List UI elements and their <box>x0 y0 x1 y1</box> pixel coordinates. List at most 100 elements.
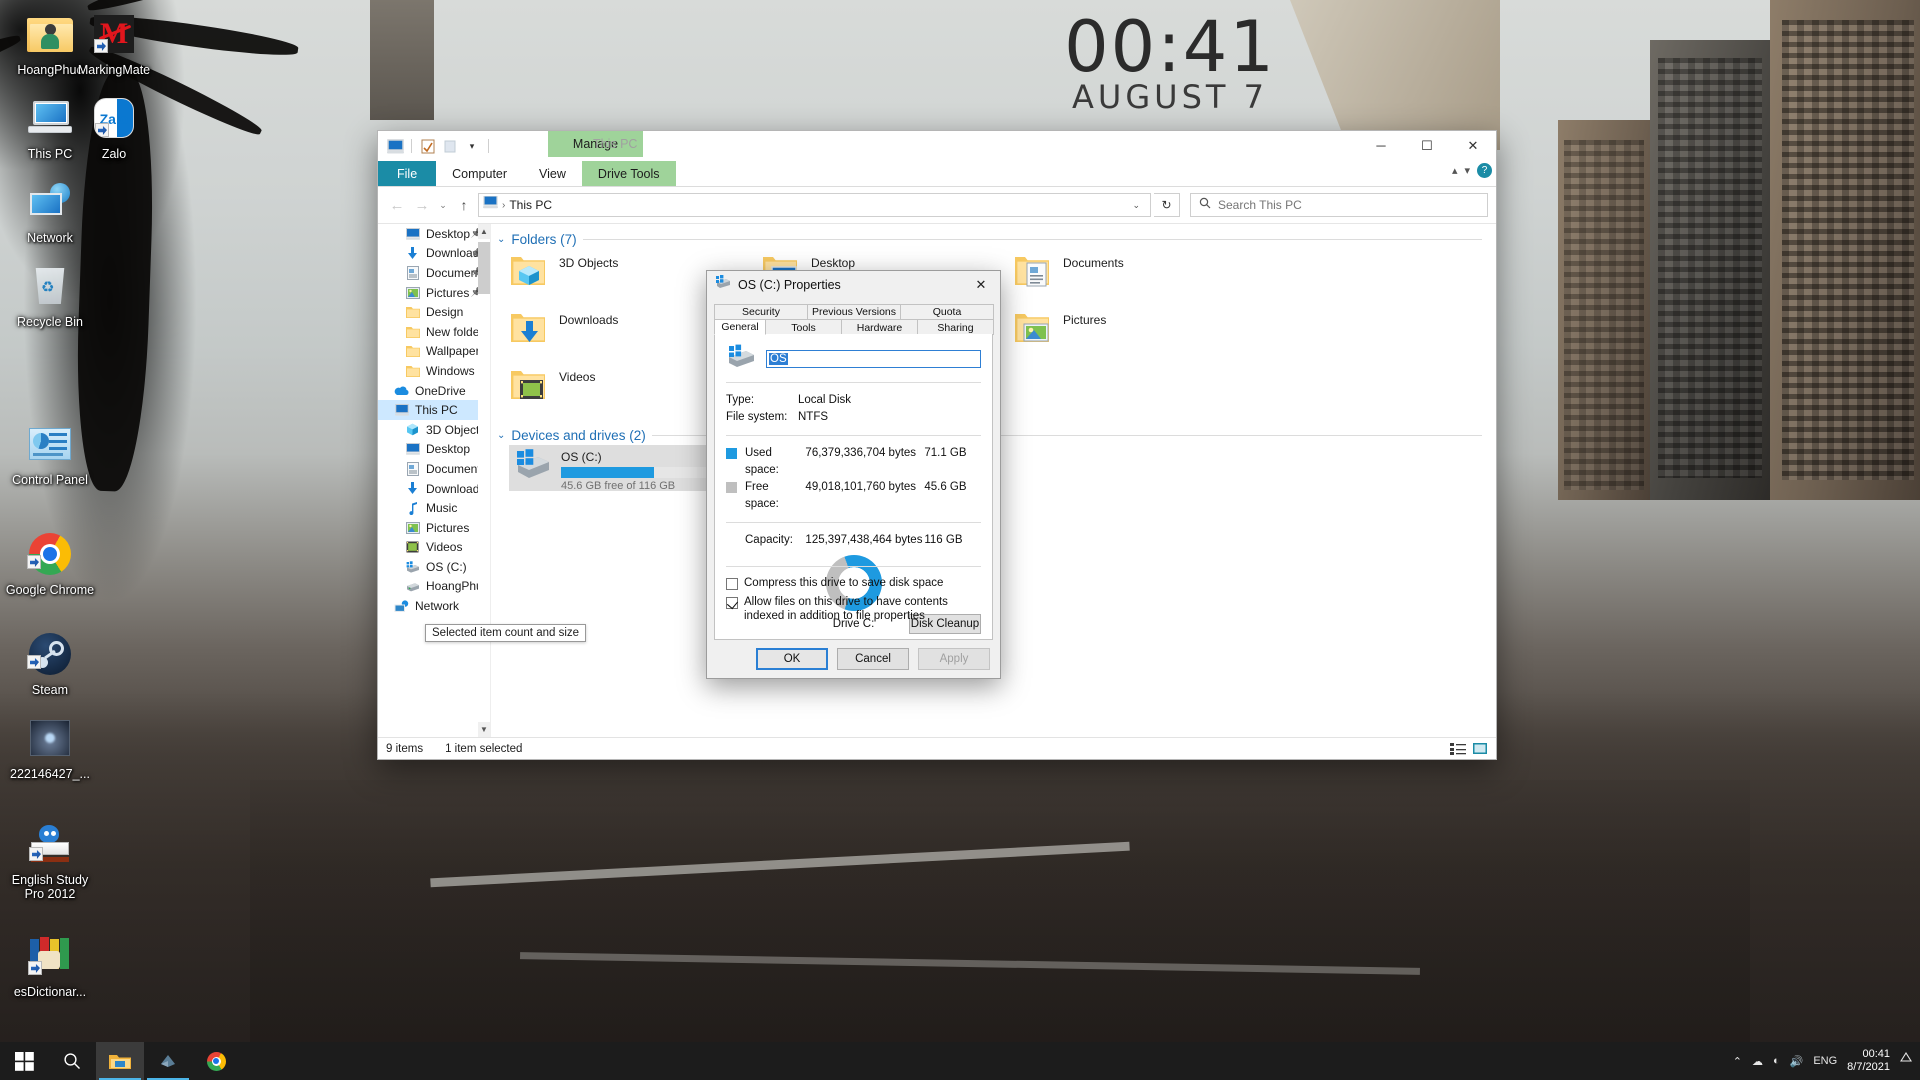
sidebar-item-documents[interactable]: Documents <box>378 459 490 479</box>
volume-label-value[interactable]: OS <box>769 353 788 365</box>
chevron-down-icon[interactable]: ▾ <box>1464 164 1470 177</box>
checkbox-box[interactable] <box>726 578 738 590</box>
ribbon-tab-drive-tools[interactable]: Drive Tools <box>582 161 676 186</box>
sidebar-item-videos[interactable]: Videos <box>378 538 490 558</box>
dialog-tab-quota[interactable]: Quota <box>900 304 994 319</box>
ok-button[interactable]: OK <box>756 648 828 670</box>
dialog-tab-security[interactable]: Security <box>714 304 808 319</box>
details-view-button[interactable] <box>1449 740 1466 757</box>
notifications-icon[interactable] <box>1900 1051 1912 1071</box>
sidebar-item-pictures[interactable]: Pictures <box>378 518 490 538</box>
desktop-icon-english-study-pro[interactable]: English Study Pro 2012 <box>2 818 98 901</box>
sidebar-item-desktop[interactable]: Desktop📌 <box>378 224 490 244</box>
sidebar-item-this-pc[interactable]: This PC <box>378 400 490 420</box>
chevron-down-icon[interactable]: ⌄ <box>497 234 505 245</box>
this-pc-small-icon[interactable] <box>384 135 406 157</box>
volume-tray-icon[interactable]: 🔊 <box>1790 1055 1804 1068</box>
sidebar-item-pictures[interactable]: Pictures📌 <box>378 283 490 303</box>
group-header-folders[interactable]: ⌄ Folders (7) <box>491 224 1496 249</box>
large-icons-view-button[interactable] <box>1471 740 1488 757</box>
customize-toolbar-icon[interactable] <box>439 135 461 157</box>
desktop-icon-image-thumbnail[interactable]: 222146427_... <box>2 712 98 781</box>
desktop-icon-recycle-bin[interactable]: ♻ Recycle Bin <box>2 260 98 329</box>
chrome-icon[interactable] <box>192 1042 240 1080</box>
file-explorer-icon[interactable] <box>96 1042 144 1080</box>
sidebar-item-hoangphuc-d[interactable]: HoangPhuc (D:) <box>378 577 490 597</box>
sidebar-item-network[interactable]: Network <box>378 596 490 616</box>
properties-icon[interactable] <box>417 135 439 157</box>
refresh-button[interactable]: ↻ <box>1154 193 1180 217</box>
desktop-icon-markingmate[interactable]: M MarkingMate <box>66 8 162 77</box>
ribbon-tab-file[interactable]: File <box>378 161 436 186</box>
search-box[interactable]: Search This PC <box>1190 193 1488 217</box>
desktop-icon-label: Control Panel <box>2 473 98 487</box>
close-button[interactable]: ✕ <box>1450 131 1496 160</box>
taskbar-clock[interactable]: 00:41 8/7/2021 <box>1847 1048 1890 1074</box>
scroll-up-arrow-icon[interactable]: ▲ <box>478 224 490 239</box>
folder-tile[interactable]: Documents <box>1013 249 1265 306</box>
dialog-tab-previous-versions[interactable]: Previous Versions <box>807 304 901 319</box>
forward-button[interactable]: → <box>411 194 433 216</box>
os-drive-icon <box>513 448 553 488</box>
checkbox-index-contents[interactable]: Allow files on this drive to have conten… <box>726 596 981 623</box>
scrollbar-thumb[interactable] <box>478 242 490 294</box>
checkbox-box[interactable] <box>726 597 738 609</box>
navigation-pane[interactable]: Desktop📌Downloads📌Documents📌Pictures📌Des… <box>378 224 491 737</box>
chevron-down-icon[interactable]: ⌄ <box>497 430 505 441</box>
chevron-down-icon[interactable]: ▾ <box>461 135 483 157</box>
row-key: Capacity: <box>745 532 805 549</box>
desktop-icon-google-chrome[interactable]: Google Chrome <box>2 528 98 597</box>
desktop-icon-esdictionary[interactable]: esDictionar... <box>2 930 98 999</box>
language-indicator[interactable]: ENG <box>1813 1055 1837 1067</box>
sidebar-item-os-c[interactable]: OS (C:) <box>378 557 490 577</box>
up-button[interactable]: ↑ <box>453 194 475 216</box>
search-input[interactable]: Search This PC <box>1218 198 1302 212</box>
dialog-tab-sharing[interactable]: Sharing <box>917 319 994 335</box>
breadcrumb-this-pc[interactable]: This PC <box>509 198 552 212</box>
scroll-down-arrow-icon[interactable]: ▼ <box>478 722 490 737</box>
ribbon-tab-view[interactable]: View <box>523 161 582 186</box>
sidebar-item-downloads[interactable]: Downloads📌 <box>378 244 490 264</box>
collapse-ribbon-icon[interactable]: ▴ <box>1452 164 1458 177</box>
folder-tile[interactable]: Pictures <box>1013 306 1265 363</box>
desktop-icon-control-panel[interactable]: Control Panel <box>2 418 98 487</box>
dialog-tab-general[interactable]: General <box>714 319 766 335</box>
sidebar-item-wallpaper[interactable]: Wallpaper <box>378 342 490 362</box>
address-bar[interactable]: › This PC ⌄ <box>478 193 1151 217</box>
sidebar-item-new-folder[interactable]: New folder <box>378 322 490 342</box>
back-button[interactable]: ← <box>386 194 408 216</box>
volume-label-input[interactable]: OS <box>766 350 981 368</box>
sidebar-item-design[interactable]: Design <box>378 302 490 322</box>
sidebar-item-3d-objects[interactable]: 3D Objects <box>378 420 490 440</box>
network-tray-icon[interactable]: ◐ <box>1773 1055 1780 1067</box>
sidebar-item-music[interactable]: Music <box>378 498 490 518</box>
checkbox-compress-drive[interactable]: Compress this drive to save disk space <box>726 577 981 591</box>
sidebar-item-desktop[interactable]: Desktop <box>378 440 490 460</box>
wallpaper-road <box>250 780 1750 1080</box>
maximize-button[interactable]: ☐ <box>1404 131 1450 160</box>
dialog-close-button[interactable]: ✕ <box>962 271 1000 298</box>
sidebar-item-downloads[interactable]: Downloads <box>378 479 490 499</box>
desktop-icon-steam[interactable]: Steam <box>2 628 98 697</box>
desktop-icon-network[interactable]: Network <box>2 176 98 245</box>
chevron-up-icon[interactable]: ⌃ <box>1733 1055 1742 1068</box>
sidebar-item-onedrive[interactable]: OneDrive <box>378 381 490 401</box>
sidebar-item-documents[interactable]: Documents📌 <box>378 263 490 283</box>
onedrive-tray-icon[interactable]: ☁ <box>1752 1055 1763 1068</box>
sidebar-item-windows[interactable]: Windows <box>378 361 490 381</box>
ribbon-tab-computer[interactable]: Computer <box>436 161 523 186</box>
dialog-tab-tools[interactable]: Tools <box>765 319 842 335</box>
recent-locations-button[interactable]: ⌄ <box>436 194 450 216</box>
search-icon[interactable] <box>48 1042 96 1080</box>
sidebar-item-label: Music <box>426 501 457 515</box>
help-icon[interactable]: ? <box>1477 163 1492 178</box>
dialog-tab-hardware[interactable]: Hardware <box>841 319 918 335</box>
navigation-pane-scrollbar[interactable]: ▲ ▼ <box>478 224 490 737</box>
minimize-button[interactable]: ─ <box>1358 131 1404 160</box>
cancel-button[interactable]: Cancel <box>837 648 909 670</box>
drive-properties-dialog[interactable]: OS (C:) Properties ✕ SecurityPrevious Ve… <box>706 270 1001 679</box>
desktop-icon-zalo[interactable]: Zalo Zalo <box>66 92 162 161</box>
start-icon[interactable] <box>0 1042 48 1080</box>
app-icon[interactable] <box>144 1042 192 1080</box>
address-dropdown-icon[interactable]: ⌄ <box>1126 200 1146 211</box>
